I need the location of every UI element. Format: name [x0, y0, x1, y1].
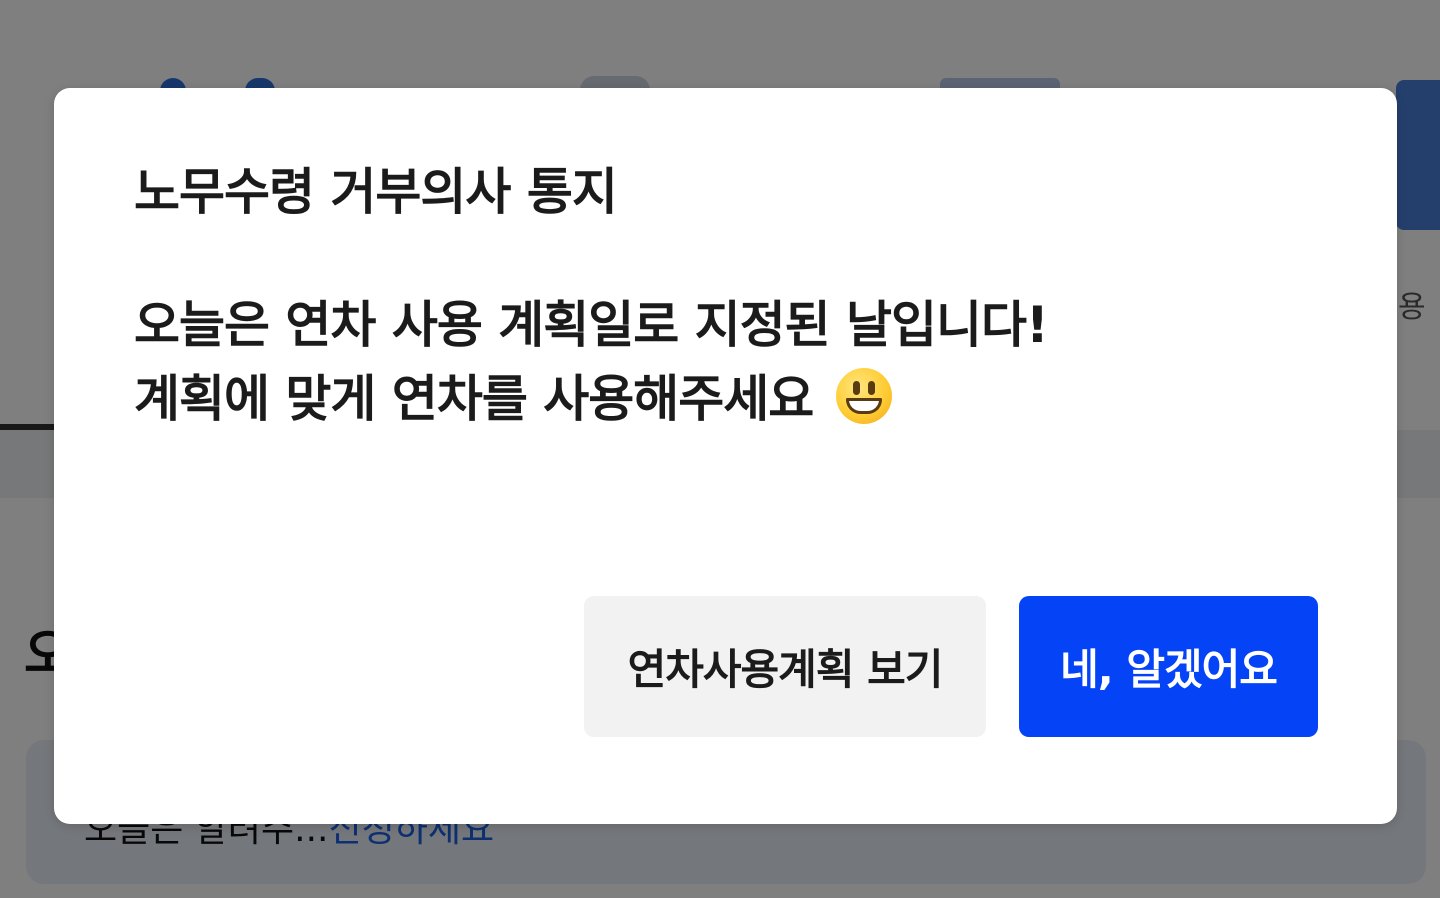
dialog-title: 노무수령 거부의사 통지 [134, 163, 618, 221]
dialog-message-line-1: 오늘은 연차 사용 계획일로 지정된 날입니다! [134, 296, 1049, 354]
view-leave-plan-button[interactable]: 연차사용계획 보기 [584, 596, 986, 737]
confirm-button[interactable]: 네, 알겠어요 [1019, 596, 1318, 737]
dialog-message-line-2: 계획에 맞게 연차를 사용해주세요 [134, 370, 814, 428]
grinning-face-icon [835, 368, 892, 424]
dialog-message: 오늘은 연차 사용 계획일로 지정된 날입니다! 계획에 맞게 연차를 사용해주… [134, 288, 1049, 436]
notice-dialog: 노무수령 거부의사 통지 오늘은 연차 사용 계획일로 지정된 날입니다! 계획… [54, 88, 1397, 824]
dialog-message-line-2-wrap: 계획에 맞게 연차를 사용해주세요 [134, 362, 1048, 436]
